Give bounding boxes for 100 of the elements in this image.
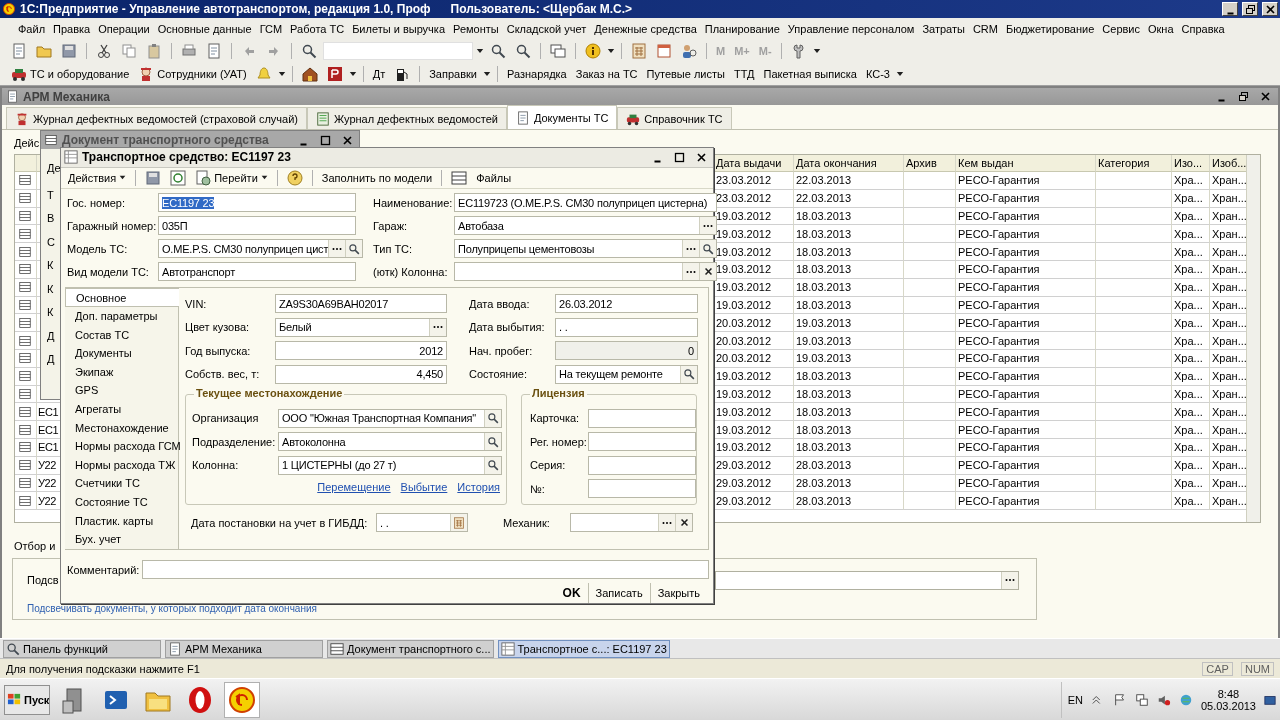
tab[interactable]: Основное xyxy=(65,288,179,307)
window-tab[interactable]: АРМ Механика xyxy=(165,639,323,658)
menu-item[interactable]: Справка xyxy=(1177,22,1229,35)
tab[interactable]: Доп. параметры xyxy=(65,306,178,326)
toolbar-button[interactable]: Дт xyxy=(369,63,389,84)
tab[interactable]: Состав ТС xyxy=(65,325,178,344)
scrollbar[interactable] xyxy=(1246,155,1260,522)
dialog-button[interactable]: OK xyxy=(555,583,588,603)
select-button[interactable] xyxy=(328,240,346,258)
link[interactable]: История xyxy=(457,481,500,494)
menu-item[interactable]: Правка xyxy=(49,22,95,35)
house-icon[interactable] xyxy=(301,65,318,82)
tab[interactable]: Бух. учет xyxy=(65,529,178,549)
toolbar-button[interactable]: Путевые листы xyxy=(643,63,728,84)
save-icon[interactable] xyxy=(61,42,77,59)
search-icon[interactable] xyxy=(301,42,317,59)
menu-item[interactable]: Окна xyxy=(1144,22,1178,35)
users-icon[interactable] xyxy=(681,42,697,59)
toolbar-button[interactable]: Действия xyxy=(65,167,130,188)
input-field[interactable] xyxy=(588,455,696,475)
input-field[interactable] xyxy=(454,262,717,282)
cut-icon[interactable] xyxy=(96,42,112,59)
menu-item[interactable]: Операции xyxy=(94,22,154,35)
select-button[interactable] xyxy=(429,318,446,336)
app-logo-icon[interactable] xyxy=(227,684,257,715)
wrench-icon[interactable] xyxy=(790,42,807,59)
calendar-icon[interactable] xyxy=(656,42,672,59)
input-field[interactable]: 1 ЦИСТЕРНЫ (до 27 т) xyxy=(278,455,502,475)
menu-item[interactable]: Планирование xyxy=(700,22,784,35)
input-field[interactable]: 035П xyxy=(158,216,356,236)
info-icon[interactable] xyxy=(585,42,601,59)
clear-button[interactable] xyxy=(675,514,692,532)
tab[interactable]: Журнал дефектных ведомостей xyxy=(307,107,507,129)
select-button[interactable] xyxy=(658,514,675,532)
document-icon[interactable] xyxy=(326,65,343,82)
window-tab[interactable]: Транспортное с...: ЕС1197 23 xyxy=(497,639,670,658)
search-button[interactable] xyxy=(484,409,501,427)
link[interactable]: Перемещение xyxy=(317,481,391,494)
menu-item[interactable]: Работа ТС xyxy=(286,22,349,35)
link[interactable]: Выбытие xyxy=(400,481,448,494)
input-field[interactable]: O.ME.P.S. CM30 полуприцеп цист xyxy=(158,239,364,259)
tab[interactable]: Счетчики ТС xyxy=(65,474,178,493)
close-button[interactable] xyxy=(1262,2,1278,16)
column-header[interactable]: Архив xyxy=(904,155,956,172)
tab[interactable]: Нормы расхода ГСМ xyxy=(65,436,178,456)
column-header[interactable]: Дата окончания xyxy=(794,155,904,172)
search-button[interactable] xyxy=(680,365,697,383)
tab[interactable]: Экипаж xyxy=(65,362,178,382)
toolbar-button[interactable]: Заправки xyxy=(426,63,480,84)
toolbar-button[interactable]: ТТД xyxy=(730,63,758,84)
search-button[interactable] xyxy=(699,240,716,258)
list-icon[interactable] xyxy=(451,169,468,186)
tab[interactable]: Пластик. карты xyxy=(65,511,178,530)
input-field[interactable]: 2012 xyxy=(275,341,447,361)
menu-item[interactable]: Билеты и выручка xyxy=(348,22,450,35)
search-next-icon[interactable] xyxy=(490,42,506,59)
toolbar-button[interactable]: Сотрудники (УАТ) xyxy=(135,63,250,84)
tab[interactable]: Документы ТС xyxy=(506,105,618,129)
toolbar-button[interactable]: КС-3 xyxy=(862,63,893,84)
select-button[interactable] xyxy=(682,263,699,281)
input-field[interactable]: ООО "Южная Транспортная Компания" xyxy=(278,408,502,428)
tab[interactable]: Документы xyxy=(65,344,178,363)
input-field[interactable] xyxy=(588,432,696,452)
refresh-icon[interactable] xyxy=(170,169,187,186)
tab[interactable]: Журнал дефектных ведомостей (страховой случай) xyxy=(6,107,307,129)
input-field[interactable]: . . xyxy=(555,317,698,337)
menu-item[interactable]: Ремонты xyxy=(449,22,503,35)
search-button[interactable] xyxy=(345,240,363,258)
actions-menu[interactable]: Дейс xyxy=(14,137,40,149)
menu-item[interactable]: Сервис xyxy=(1098,22,1144,35)
dialog-button[interactable]: Закрыть xyxy=(649,583,707,603)
menu-item[interactable]: Затраты xyxy=(918,22,969,35)
menu-item[interactable]: Денежные средства xyxy=(590,22,701,35)
input-field[interactable]: 26.03.2012 xyxy=(555,294,698,314)
tab[interactable]: Справочник ТС xyxy=(617,107,732,129)
tab[interactable]: Нормы расхода ТЖ xyxy=(65,455,178,475)
menu-item[interactable]: Файл xyxy=(14,22,50,35)
menu-item[interactable]: Основные данные xyxy=(153,22,256,35)
search-field[interactable] xyxy=(323,41,473,60)
toolbar-button[interactable]: Пакетная выписка xyxy=(760,63,860,84)
window-tab[interactable]: Документ транспортного с... xyxy=(327,639,494,658)
restore-button[interactable] xyxy=(1242,2,1258,16)
tab[interactable]: GPS xyxy=(65,381,178,400)
input-field[interactable]: 4,450 xyxy=(275,364,447,384)
menu-item[interactable]: Управление персоналом xyxy=(783,22,919,35)
menu-item[interactable]: Бюджетирование xyxy=(1001,22,1099,35)
input-field[interactable] xyxy=(570,513,693,533)
clear-button[interactable] xyxy=(699,263,716,281)
search-button[interactable] xyxy=(484,433,501,451)
menu-item[interactable]: ГСМ xyxy=(255,22,287,35)
input-field[interactable]: Автотранспорт xyxy=(158,262,356,282)
toolbar-button[interactable]: Заказ на ТС xyxy=(572,63,641,84)
column-header[interactable]: Кем выдан xyxy=(956,155,1096,172)
toolbar-button[interactable]: Перейти xyxy=(192,167,271,188)
input-field[interactable]: Белый xyxy=(275,317,447,337)
toolbar-button[interactable]: ТС и оборудование xyxy=(8,63,133,84)
input-field[interactable]: ZA9S30A69BAH02017 xyxy=(275,294,447,314)
input-field[interactable]: На текущем ремонте xyxy=(555,364,698,384)
menu-item[interactable]: Складской учет xyxy=(502,22,591,35)
start-button[interactable]: Пуск xyxy=(4,684,50,715)
